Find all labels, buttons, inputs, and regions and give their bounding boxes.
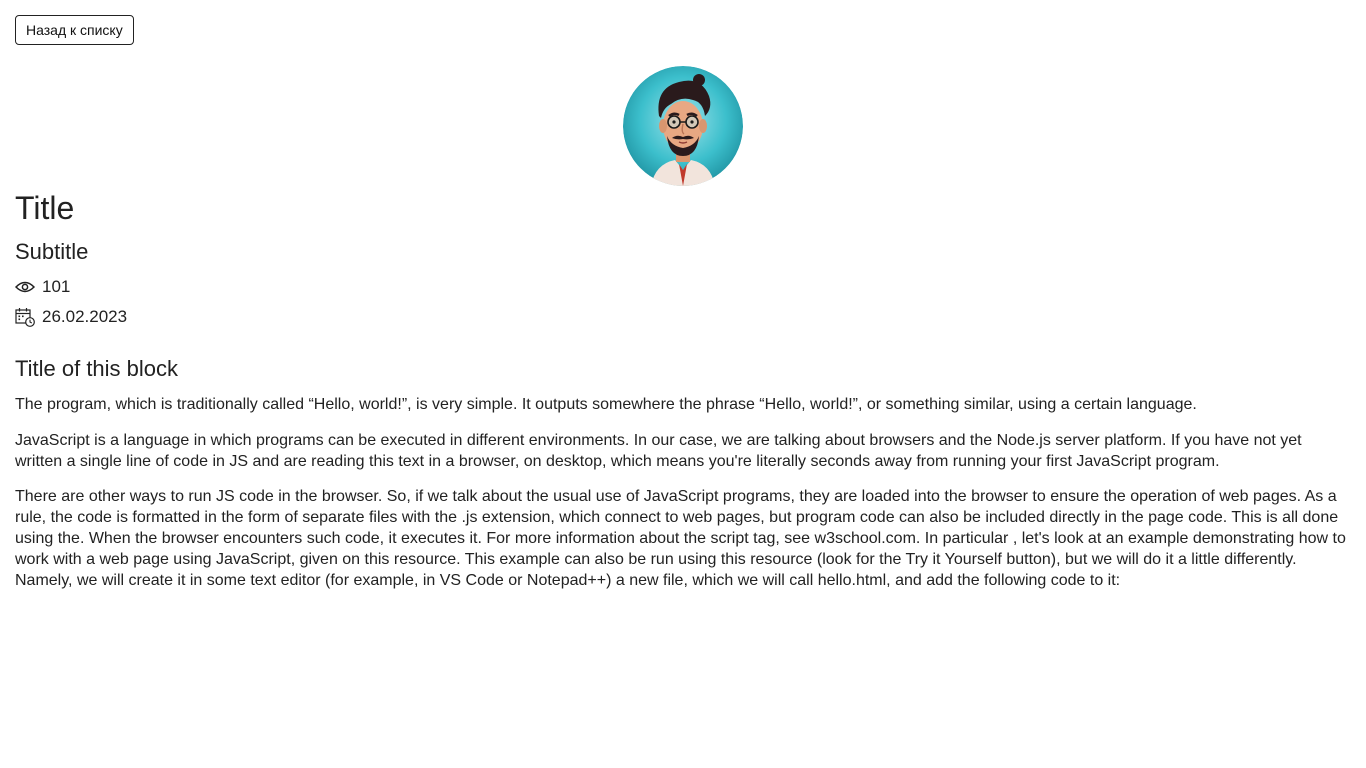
publish-date-value: 26.02.2023 xyxy=(42,307,128,326)
paragraph: The program, which is traditionally call… xyxy=(15,396,1197,413)
views-counter: 101 xyxy=(15,277,70,297)
back-to-list-button[interactable]: Назад к списку xyxy=(15,15,134,45)
eye-icon xyxy=(15,277,35,297)
paragraph: There are other ways to run JS code in t… xyxy=(15,488,1346,589)
article-body: The program, which is traditionally call… xyxy=(15,395,1351,606)
calendar-clock-icon xyxy=(15,307,35,327)
page-subtitle: Subtitle xyxy=(15,239,89,264)
paragraph: JavaScript is a language in which progra… xyxy=(15,431,1302,470)
publish-date: 26.02.2023 xyxy=(15,307,127,327)
avatar-illustration xyxy=(623,66,743,186)
block-title: Title of this block xyxy=(15,356,179,381)
avatar xyxy=(623,66,743,186)
page: Назад к списку xyxy=(0,0,1366,45)
views-count: 101 xyxy=(42,277,71,296)
page-title: Title xyxy=(15,190,75,226)
